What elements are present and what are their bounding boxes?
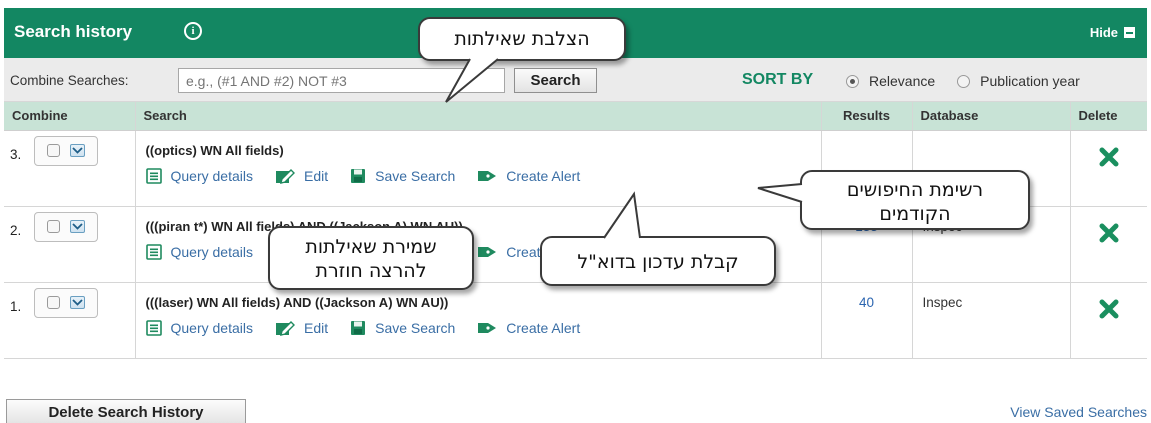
search-cell: (((laser) WN All fields) AND ((Jackson A… — [135, 282, 822, 359]
search-cell: ((optics) WN All fields) Query details Edi… — [135, 130, 822, 207]
delete-search-history-button[interactable]: Delete Search History — [6, 399, 246, 423]
callout-previous-searches-line2: הקודמים — [879, 203, 951, 225]
callout-tail — [757, 183, 803, 203]
col-search: Search — [135, 102, 822, 131]
search-history-table: Combine Search Results Database Delete 3… — [4, 102, 1147, 359]
edit-label[interactable]: Edit — [304, 320, 328, 336]
publication-year-radio[interactable] — [957, 74, 971, 88]
edit-icon[interactable] — [275, 168, 295, 184]
combine-search-button[interactable]: Search — [514, 68, 597, 93]
query-details-link[interactable]: Query details — [145, 319, 253, 336]
combine-select[interactable] — [34, 135, 98, 166]
create-alert-link[interactable]: Create Alert — [477, 320, 580, 336]
alert-tag-icon[interactable] — [477, 168, 497, 184]
combine-checkbox[interactable] — [47, 220, 60, 233]
dropdown-icon[interactable] — [70, 144, 85, 157]
create-alert-label[interactable]: Create Alert — [506, 168, 580, 184]
combine-select[interactable] — [34, 287, 98, 318]
create-alert-label[interactable]: Create Alert — [506, 320, 580, 336]
query-details-link[interactable]: Query details — [145, 167, 253, 184]
save-search-label[interactable]: Save Search — [375, 168, 455, 184]
callout-save-query-line1: שמירת שאילתות — [305, 236, 437, 258]
hide-label[interactable]: Hide — [1090, 25, 1118, 40]
combine-bar: Combine Searches: Search SORT BY Relevan… — [4, 58, 1147, 102]
save-search-label[interactable]: Save Search — [375, 320, 455, 336]
col-combine: Combine — [4, 102, 136, 131]
delete-x-icon[interactable] — [1099, 299, 1119, 322]
edit-label[interactable]: Edit — [304, 168, 328, 184]
hide-icon[interactable] — [1124, 27, 1135, 38]
callout-save-query-line2: להרצה חוזרת — [315, 260, 427, 282]
callout-tail — [445, 58, 499, 103]
view-saved-searches-link[interactable]: View Saved Searches — [1010, 404, 1147, 420]
sort-options: Relevance Publication year — [846, 73, 1080, 89]
delete-cell — [1070, 206, 1147, 283]
callout-email-alert-text: קבלת עדכון בדוא"ל — [577, 251, 739, 273]
callout-combine-queries: הצלבת שאילתות — [418, 17, 626, 61]
info-icon[interactable]: i — [184, 22, 202, 40]
alert-tag-icon[interactable] — [477, 320, 497, 336]
relevance-label[interactable]: Relevance — [869, 73, 935, 89]
database-name: Inspec — [912, 282, 1071, 359]
edit-icon[interactable] — [275, 320, 295, 336]
dropdown-icon[interactable] — [70, 296, 85, 309]
col-results: Results — [821, 102, 913, 131]
callout-combine-queries-text: הצלבת שאילתות — [454, 28, 590, 50]
hide-toggle[interactable]: Hide — [1090, 25, 1135, 40]
combine-select[interactable] — [34, 211, 98, 242]
callout-previous-searches-line1: רשימת החיפושים — [846, 179, 984, 201]
save-search-link[interactable]: Save Search — [350, 320, 455, 336]
query-details-icon[interactable] — [145, 167, 162, 184]
delete-x-icon[interactable] — [1099, 147, 1119, 170]
query-details-icon[interactable] — [145, 319, 162, 336]
row-actions: Query details Edit Save Search Create Alert — [145, 167, 821, 184]
col-delete: Delete — [1070, 102, 1147, 131]
query-details-label[interactable]: Query details — [171, 320, 253, 336]
delete-x-icon[interactable] — [1099, 223, 1119, 246]
relevance-radio[interactable] — [846, 74, 859, 88]
query-details-icon[interactable] — [145, 243, 162, 260]
callout-save-query: שמירת שאילתות להרצה חוזרת — [268, 226, 474, 290]
row-number: 3. — [10, 146, 22, 162]
callout-email-alert: קבלת עדכון בדוא"ל — [540, 236, 776, 286]
edit-link[interactable]: Edit — [275, 168, 328, 184]
callout-tail — [603, 191, 641, 239]
alert-tag-icon[interactable] — [477, 244, 497, 260]
combine-cell: 3. — [4, 130, 136, 207]
combine-checkbox[interactable] — [47, 144, 60, 157]
row-actions: Query details Edit Save Search Create Alert — [145, 319, 821, 336]
query-text: (((piran t*) WN All fields) AND ((Jackso… — [145, 218, 463, 234]
panel-title: Search history — [14, 22, 133, 41]
save-icon[interactable] — [350, 320, 366, 336]
combine-cell: 1. — [4, 282, 136, 359]
row-number: 2. — [10, 222, 22, 238]
dropdown-icon[interactable] — [70, 220, 85, 233]
results-count[interactable]: 40 — [821, 282, 913, 359]
combine-checkbox[interactable] — [47, 296, 60, 309]
query-details-label[interactable]: Query details — [171, 244, 253, 260]
query-details-link[interactable]: Query details — [145, 243, 253, 260]
query-text: ((optics) WN All fields) — [145, 142, 284, 158]
query-text: (((laser) WN All fields) AND ((Jackson A… — [145, 294, 449, 310]
save-icon[interactable] — [350, 168, 366, 184]
combine-cell: 2. — [4, 206, 136, 283]
delete-cell — [1070, 282, 1147, 359]
edit-link[interactable]: Edit — [275, 320, 328, 336]
row-number: 1. — [10, 298, 22, 314]
callout-previous-searches: רשימת החיפושים הקודמים — [800, 170, 1030, 230]
save-search-link[interactable]: Save Search — [350, 168, 455, 184]
col-database: Database — [912, 102, 1071, 131]
table-row: 1. (((laser) WN All fields) AND ((Jackson… — [4, 282, 1147, 359]
create-alert-link[interactable]: Create Alert — [477, 168, 580, 184]
publication-year-label[interactable]: Publication year — [980, 73, 1080, 89]
sort-by-label: SORT BY — [742, 71, 814, 88]
query-details-label[interactable]: Query details — [171, 168, 253, 184]
combine-label: Combine Searches: — [10, 73, 129, 88]
delete-cell — [1070, 130, 1147, 207]
